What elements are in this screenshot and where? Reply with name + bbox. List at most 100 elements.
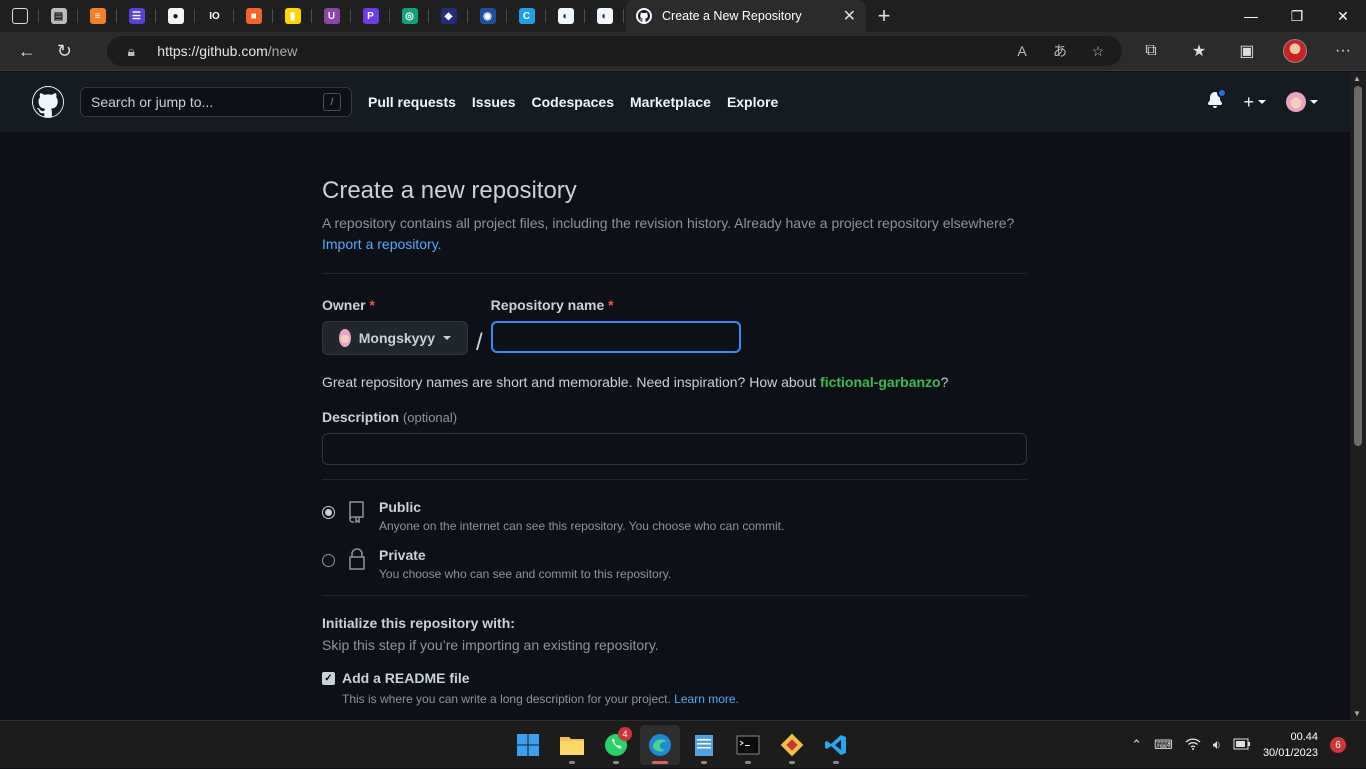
- file-explorer-button[interactable]: [552, 725, 592, 765]
- pinned-tab[interactable]: P: [351, 0, 390, 32]
- c-tab-icon: C: [518, 8, 535, 24]
- chevron-up-icon[interactable]: ⌃: [1131, 737, 1142, 753]
- notepad-button[interactable]: [684, 725, 724, 765]
- pinned-tab[interactable]: ◆: [429, 0, 468, 32]
- translate-icon[interactable]: あ: [1048, 41, 1072, 61]
- extensions-icon[interactable]: ⧉: [1128, 35, 1174, 67]
- owner-avatar: [339, 329, 351, 347]
- pinned-tab[interactable]: ■: [234, 0, 273, 32]
- active-tab-title: Create a New Repository: [662, 9, 802, 23]
- github-favicon-icon: [636, 8, 652, 24]
- github-logo-icon[interactable]: [32, 86, 64, 118]
- edge-button[interactable]: [640, 725, 680, 765]
- url-text[interactable]: https://github.com/new: [157, 43, 996, 59]
- pinned-tab[interactable]: ▮: [273, 0, 312, 32]
- user-avatar: [1286, 92, 1306, 112]
- nav-explore[interactable]: Explore: [727, 94, 778, 110]
- pinned-tab[interactable]: ≡: [78, 0, 117, 32]
- notifications-bell-icon[interactable]: [1207, 87, 1228, 113]
- learn-more-link[interactable]: Learn more.: [674, 692, 739, 706]
- pinned-tab[interactable]: ◉: [468, 0, 507, 32]
- private-radio[interactable]: [322, 554, 335, 567]
- close-tab-icon[interactable]: ✕: [843, 6, 856, 26]
- active-tab[interactable]: Create a New Repository ✕: [626, 0, 866, 32]
- private-title: Private: [379, 547, 426, 563]
- list-tab-icon: ☰: [128, 8, 145, 24]
- volume-icon[interactable]: 🔉︎: [1213, 737, 1221, 753]
- nav-codespaces[interactable]: Codespaces: [532, 94, 614, 110]
- repository-name-label: Repository name *: [490, 297, 614, 313]
- favorites-icon[interactable]: ★: [1176, 35, 1222, 67]
- start-button[interactable]: [508, 725, 548, 765]
- battery-icon[interactable]: [1233, 738, 1251, 753]
- public-radio[interactable]: [322, 506, 335, 519]
- nav-pull-requests[interactable]: Pull requests: [368, 94, 456, 110]
- plus-icon: +: [1243, 91, 1254, 112]
- browser-tools: ⧉ ★ ▣ ···: [1128, 35, 1366, 67]
- import-repository-link[interactable]: Import a repository.: [322, 236, 442, 252]
- pinned-tab[interactable]: [0, 0, 39, 32]
- readme-option[interactable]: ✓ Add a README file: [322, 670, 1027, 686]
- collections-icon[interactable]: ▣: [1224, 35, 1270, 67]
- visibility-public-option[interactable]: Public Anyone on the internet can see th…: [322, 499, 1027, 533]
- pinned-tab[interactable]: ◎: [390, 0, 429, 32]
- github-search-input[interactable]: Search or jump to... /: [80, 87, 352, 117]
- edge-icon: [649, 734, 671, 756]
- user-menu[interactable]: [1286, 92, 1318, 112]
- owner-select-button[interactable]: Mongskyyy: [322, 321, 468, 355]
- clock[interactable]: 00.44 30/01/2023: [1263, 729, 1318, 761]
- profile-button[interactable]: [1272, 35, 1318, 67]
- scroll-thumb[interactable]: [1354, 86, 1362, 446]
- pinned-tab[interactable]: IO: [195, 0, 234, 32]
- pinned-tab[interactable]: ●: [156, 0, 195, 32]
- repository-name-input[interactable]: [490, 321, 741, 353]
- git-gui-button[interactable]: [772, 725, 812, 765]
- pinned-tabs: ▤ ≡ ☰ ● IO ■ ▮ U P ◎ ◆ ◉ C ◐ ◐: [0, 0, 624, 32]
- restore-button[interactable]: ❐: [1274, 0, 1320, 32]
- scroll-down-icon[interactable]: ▼: [1353, 709, 1361, 718]
- address-bar[interactable]: 🔒︎ https://github.com/new A あ ☆: [107, 36, 1122, 66]
- pinned-tab[interactable]: ☰: [117, 0, 156, 32]
- optional-tag: (optional): [402, 410, 458, 425]
- readme-checkbox[interactable]: ✓: [322, 671, 335, 685]
- new-tab-button[interactable]: +: [866, 0, 902, 32]
- pinned-tab[interactable]: C: [507, 0, 546, 32]
- more-menu-icon[interactable]: ···: [1320, 35, 1366, 67]
- profile-avatar: [1282, 39, 1307, 63]
- notification-center-badge[interactable]: 6: [1330, 737, 1346, 753]
- stackoverflow-tab-icon: ≡: [89, 8, 106, 24]
- create-new-menu[interactable]: +: [1243, 92, 1266, 113]
- terminal-button[interactable]: [728, 725, 768, 765]
- nav-issues[interactable]: Issues: [472, 94, 516, 110]
- nav-marketplace[interactable]: Marketplace: [630, 94, 711, 110]
- public-description: Anyone on the internet can see this repo…: [379, 519, 785, 533]
- name-suggestion-link[interactable]: fictional-garbanzo: [820, 374, 941, 390]
- vscode-button[interactable]: [816, 725, 856, 765]
- add-favorite-icon[interactable]: ☆: [1086, 43, 1110, 60]
- notification-dot: [1217, 87, 1228, 98]
- whatsapp-button[interactable]: 4: [596, 725, 636, 765]
- back-button[interactable]: ←: [8, 35, 46, 67]
- repository-name-field: Repository name *: [490, 297, 741, 357]
- pinned-tab[interactable]: U: [312, 0, 351, 32]
- wifi-icon[interactable]: [1185, 737, 1201, 754]
- description-input[interactable]: [322, 433, 1027, 465]
- scroll-up-icon[interactable]: ▲: [1353, 74, 1361, 83]
- keyboard-icon[interactable]: ⌨: [1154, 737, 1173, 753]
- pinned-tab[interactable]: ◐: [585, 0, 624, 32]
- owner-repo-separator: /: [476, 329, 483, 356]
- pinned-tab[interactable]: ▤: [39, 0, 78, 32]
- pinned-tab[interactable]: ◐: [546, 0, 585, 32]
- readme-label: Add a README file: [342, 670, 470, 686]
- minimize-button[interactable]: —: [1228, 0, 1274, 32]
- lock-icon[interactable]: 🔒︎: [119, 43, 143, 60]
- page-scrollbar[interactable]: ▲ ▼: [1350, 72, 1366, 720]
- refresh-button[interactable]: ↻: [46, 35, 84, 67]
- visibility-private-option[interactable]: Private You choose who can see and commi…: [322, 547, 1027, 581]
- browser-toolbar: ← ↻ 🔒︎ https://github.com/new A あ ☆ ⧉ ★ …: [0, 32, 1366, 71]
- close-window-button[interactable]: ✕: [1320, 0, 1366, 32]
- read-aloud-icon[interactable]: A: [1010, 43, 1034, 59]
- flag-tab-icon: ▮: [284, 8, 301, 24]
- subtitle-text: A repository contains all project files,…: [322, 215, 1015, 231]
- folder-icon: [560, 737, 584, 755]
